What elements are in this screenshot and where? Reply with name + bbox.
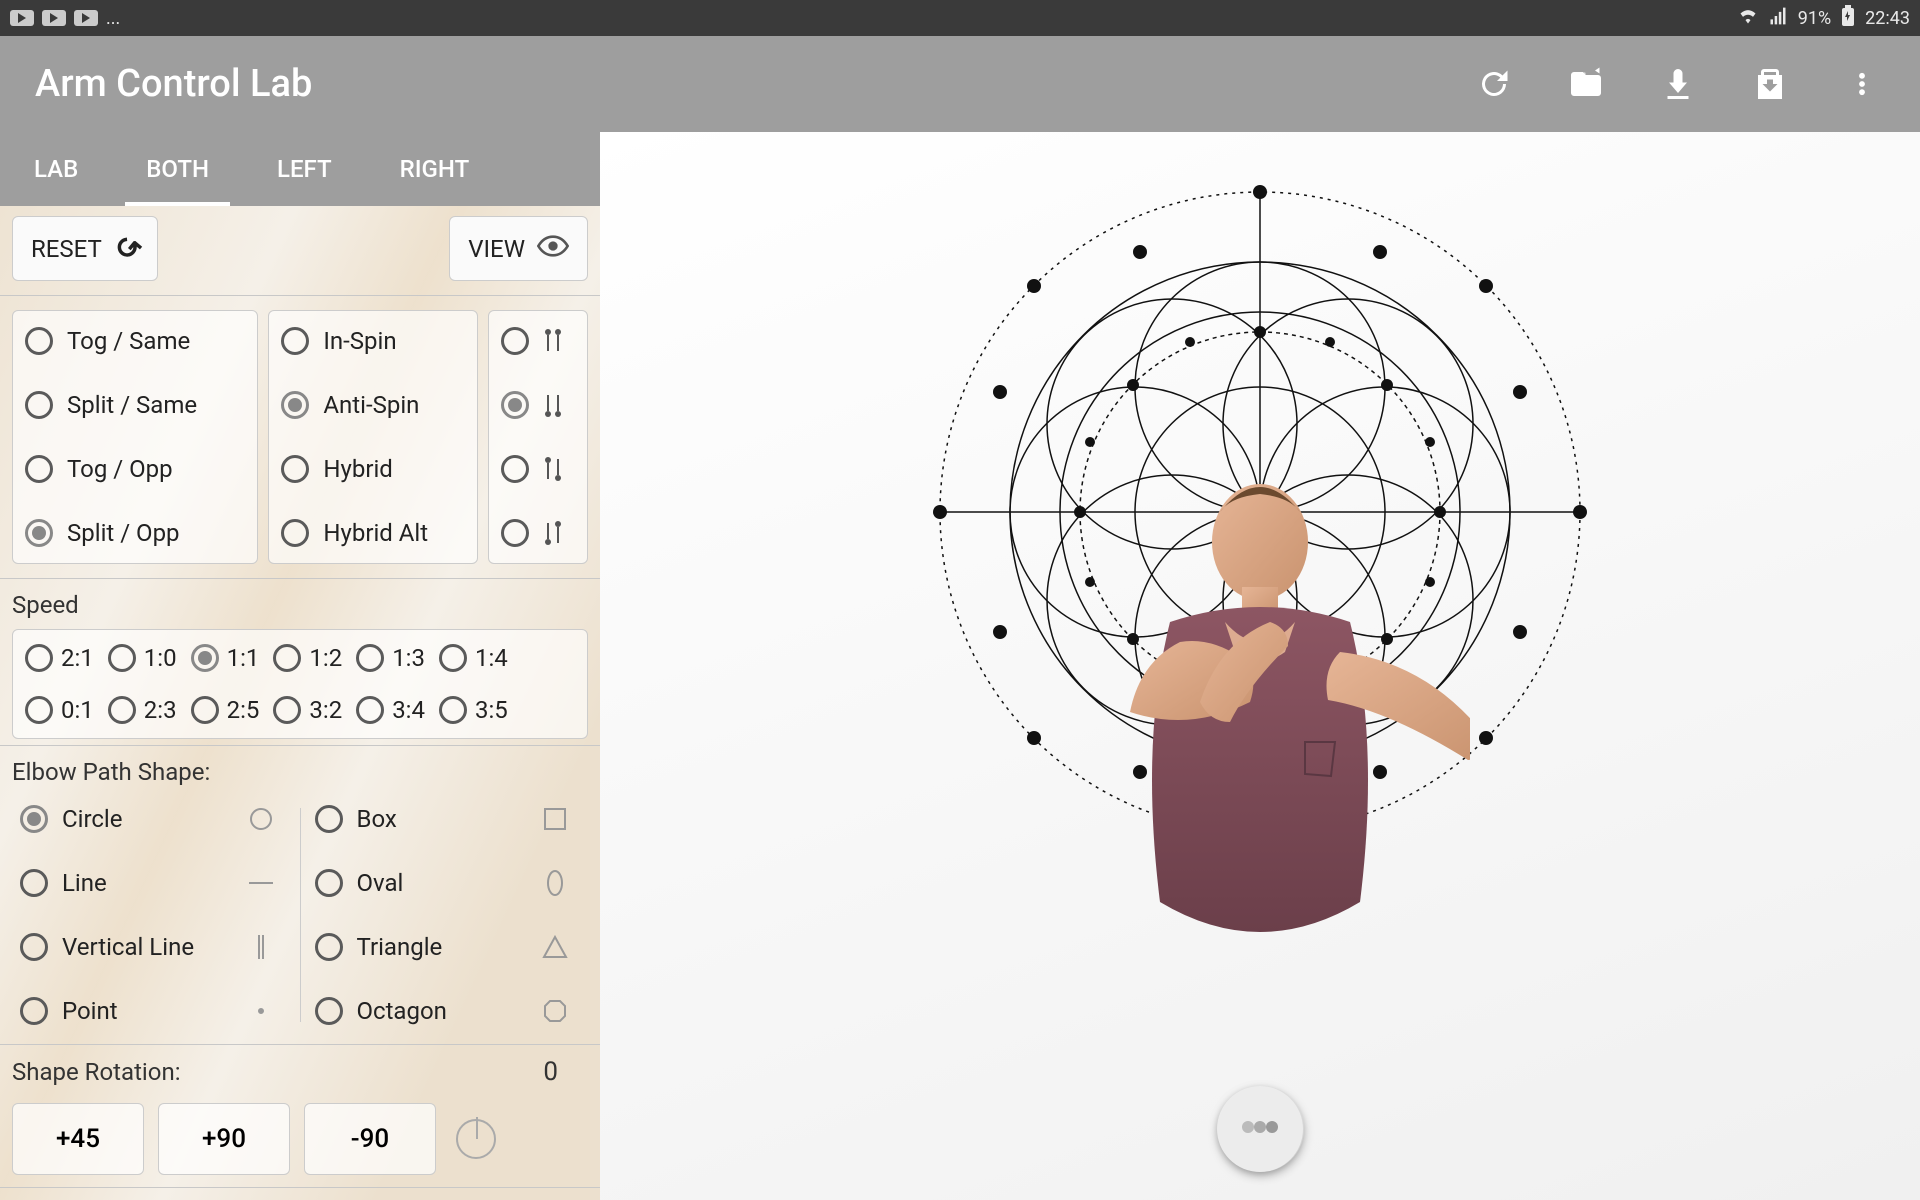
main-view[interactable]	[600, 132, 1920, 1200]
status-right: 91% 22:43	[1738, 5, 1910, 32]
battery-percent: 91%	[1798, 8, 1831, 29]
speed-2-3[interactable]: 2:3	[108, 696, 177, 724]
speed-3-2[interactable]: 3:2	[273, 696, 342, 724]
status-bar: ... 91% 22:43	[0, 0, 1920, 36]
speed-controls-header[interactable]: Speed Controls ▾	[0, 1192, 600, 1200]
rot-minus-90-button[interactable]: -90	[304, 1103, 436, 1175]
oval-icon	[540, 868, 570, 898]
reset-label: RESET	[31, 235, 102, 263]
eye-icon	[537, 232, 569, 265]
speed-1-3[interactable]: 1:3	[356, 644, 425, 672]
shape-circle[interactable]: Circle	[12, 798, 294, 840]
speed-2-5[interactable]: 2:5	[191, 696, 260, 724]
view-button[interactable]: VIEW	[449, 216, 588, 281]
spin-in[interactable]: In-Spin	[281, 321, 465, 361]
shape-octagon[interactable]: Octagon	[307, 990, 589, 1032]
tab-lab[interactable]: LAB	[0, 132, 112, 206]
spin-hybrid-alt[interactable]: Hybrid Alt	[281, 513, 465, 553]
spin-hybrid[interactable]: Hybrid	[281, 449, 465, 489]
refresh-icon[interactable]	[1476, 66, 1512, 102]
speed-1-1[interactable]: 1:1	[191, 644, 260, 672]
symbol-icon-1	[543, 327, 563, 355]
status-more: ...	[106, 8, 120, 29]
wifi-icon	[1738, 6, 1758, 31]
folder-open-icon[interactable]	[1568, 66, 1604, 102]
symbol-icon-4	[543, 519, 563, 547]
view-label: VIEW	[468, 235, 525, 263]
symbol-icon-3	[543, 455, 563, 483]
speed-label: Speed	[0, 583, 600, 623]
point-icon	[246, 996, 276, 1026]
speed-1-0[interactable]: 1:0	[108, 644, 177, 672]
triangle-icon	[540, 932, 570, 962]
play-indicator-icon	[1240, 1117, 1280, 1141]
reset-icon: ↻	[106, 227, 148, 270]
rot-plus-90-button[interactable]: +90	[158, 1103, 290, 1175]
symbol-opt-3[interactable]	[501, 449, 575, 489]
circle-icon	[246, 804, 276, 834]
octagon-icon	[540, 996, 570, 1026]
shape-box[interactable]: Box	[307, 798, 589, 840]
shape-point[interactable]: Point	[12, 990, 294, 1032]
app-title: Arm Control Lab	[35, 62, 1476, 106]
shape-vertical-line[interactable]: Vertical Line	[12, 926, 294, 968]
rotation-label: Shape Rotation:	[12, 1058, 181, 1086]
speed-3-5[interactable]: 3:5	[439, 696, 508, 724]
rot-plus-45-button[interactable]: +45	[12, 1103, 144, 1175]
symbol-opt-1[interactable]	[501, 321, 575, 361]
vertical-line-icon	[246, 932, 276, 962]
speed-1-4[interactable]: 1:4	[439, 644, 508, 672]
tab-bar: LAB BOTH LEFT RIGHT	[0, 132, 600, 206]
tab-right[interactable]: RIGHT	[366, 132, 504, 206]
more-vert-icon[interactable]	[1844, 66, 1880, 102]
speed-0-1[interactable]: 0:1	[25, 696, 94, 724]
speed-panel: 2:1 1:0 1:1 1:2 1:3 1:4 0:1 2:3 2:5 3:2 …	[12, 629, 588, 739]
speed-2-1[interactable]: 2:1	[25, 644, 94, 672]
sync-split-opp[interactable]: Split / Opp	[25, 513, 245, 553]
fab-play-button[interactable]	[1217, 1086, 1303, 1172]
clipboard-export-icon[interactable]	[1752, 66, 1788, 102]
sidebar: LAB BOTH LEFT RIGHT RESET ↻ VIEW Tog / S…	[0, 132, 600, 1200]
symbol-opt-2[interactable]	[501, 385, 575, 425]
speed-3-4[interactable]: 3:4	[356, 696, 425, 724]
line-icon	[246, 868, 276, 898]
person-figure	[1050, 472, 1470, 992]
spin-panel: In-Spin Anti-Spin Hybrid Hybrid Alt	[268, 310, 478, 564]
reset-button[interactable]: RESET ↻	[12, 216, 158, 281]
tab-left[interactable]: LEFT	[243, 132, 366, 206]
spin-anti[interactable]: Anti-Spin	[281, 385, 465, 425]
sync-tog-opp[interactable]: Tog / Opp	[25, 449, 245, 489]
shape-line[interactable]: Line	[12, 862, 294, 904]
sync-split-same[interactable]: Split / Same	[25, 385, 245, 425]
symbol-opt-4[interactable]	[501, 513, 575, 553]
shape-oval[interactable]: Oval	[307, 862, 589, 904]
youtube-icon	[42, 10, 66, 26]
signal-icon	[1768, 6, 1788, 31]
youtube-icon	[10, 10, 34, 26]
symbol-icon-2	[543, 391, 563, 419]
youtube-icon	[74, 10, 98, 26]
rotation-value: 0	[199, 1057, 588, 1087]
clock: 22:43	[1865, 8, 1910, 29]
battery-icon	[1841, 5, 1855, 32]
tab-both[interactable]: BOTH	[112, 132, 243, 206]
sync-tog-same[interactable]: Tog / Same	[25, 321, 245, 361]
shape-triangle[interactable]: Triangle	[307, 926, 589, 968]
rotation-dial-icon	[456, 1119, 496, 1159]
box-icon	[540, 804, 570, 834]
speed-1-2[interactable]: 1:2	[273, 644, 342, 672]
status-left: ...	[10, 8, 120, 29]
elbow-shape-panel: Circle Line Vertical Line Point	[0, 790, 600, 1040]
download-icon[interactable]	[1660, 66, 1696, 102]
sync-panel: Tog / Same Split / Same Tog / Opp Split …	[12, 310, 258, 564]
elbow-label: Elbow Path Shape:	[0, 750, 600, 790]
app-toolbar: Arm Control Lab	[0, 36, 1920, 132]
symbol-panel	[488, 310, 588, 564]
